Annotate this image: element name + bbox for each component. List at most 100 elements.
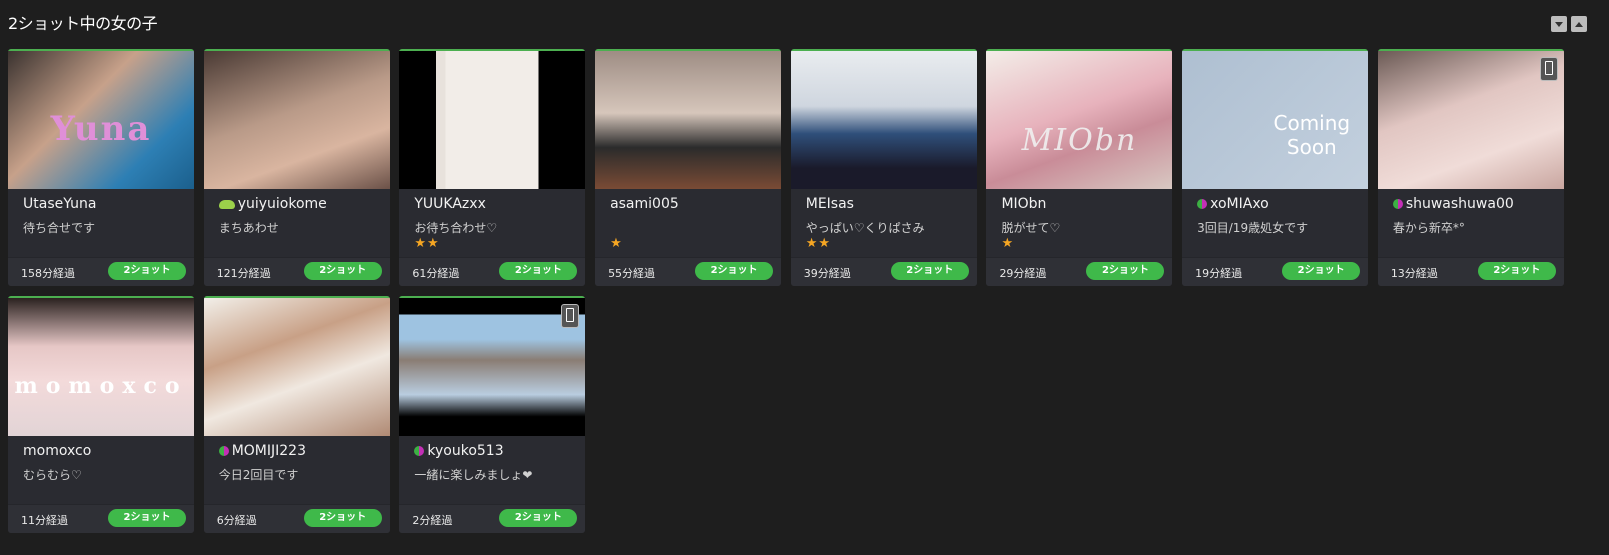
twoshot-button[interactable]: 2ショット — [695, 262, 774, 280]
performer-card[interactable]: YUUKAzxx お待ち合わせ♡ ★★ 61分経過 2ショット — [399, 49, 586, 286]
rating-stars: ★★ — [414, 236, 440, 251]
performer-message: 春から新卒*° — [1392, 221, 1465, 235]
performer-name-row: MIObn — [1001, 196, 1046, 212]
card-footer: 6分経過 2ショット — [203, 504, 390, 533]
performer-message: やっぱい♡くりぱさみ — [805, 221, 925, 235]
performer-thumbnail[interactable] — [399, 49, 586, 189]
sort-up-button[interactable] — [1571, 16, 1587, 32]
twoshot-button[interactable]: 2ショット — [1086, 262, 1165, 280]
performer-name-row: shuwashuwa00 — [1392, 196, 1514, 212]
card-footer: 61分経過 2ショット — [399, 257, 586, 286]
performer-card[interactable]: Coming Soon xoMIAxo 3回目/19歳処女です 19分経過 2ショ… — [1182, 49, 1369, 286]
beginner-leaf-icon — [414, 445, 425, 457]
soon-label: Soon — [1286, 135, 1337, 159]
twoshot-button[interactable]: 2ショット — [499, 262, 578, 280]
rating-stars: ★ — [1001, 236, 1015, 251]
mobile-phone-icon — [1539, 57, 1558, 81]
performer-name: MIObn — [1001, 196, 1047, 212]
performer-message: 一緒に楽しみましょ❤ — [414, 468, 533, 482]
performer-message: まちあわせ — [218, 221, 279, 235]
twoshot-button[interactable]: 2ショット — [499, 509, 578, 527]
performer-thumbnail[interactable] — [790, 49, 977, 189]
beginner-leaf-icon — [218, 445, 229, 457]
twoshot-button[interactable]: 2ショット — [108, 262, 186, 280]
section-title: 2ショット中の女の子 — [8, 14, 158, 33]
sort-down-button[interactable] — [1551, 16, 1567, 32]
twoshot-button[interactable]: 2ショット — [303, 509, 382, 527]
performer-thumbnail[interactable] — [595, 49, 782, 189]
performer-name: YUUKAzxx — [414, 196, 486, 212]
performer-thumbnail[interactable] — [399, 296, 586, 436]
twoshot-button[interactable]: 2ショット — [1477, 262, 1556, 280]
performer-card[interactable]: kyouko513 一緒に楽しみましょ❤ 2分経過 2ショット — [399, 296, 586, 533]
performer-name-row: xoMIAxo — [1197, 196, 1269, 212]
performer-name-row: momoxco — [23, 443, 91, 459]
twoshot-button[interactable]: 2ショット — [108, 509, 186, 527]
thumbnail-watermark: Yuna — [50, 108, 152, 149]
elapsed-time: 11分経過 — [21, 514, 68, 527]
performer-grid: Yuna UtaseYuna 待ち合せです 158分経過 2ショット yuiyu… — [8, 49, 1564, 533]
card-footer: 55分経過 2ショット — [595, 257, 782, 286]
thumbnail-image — [986, 51, 1173, 189]
thumbnail-image — [399, 298, 586, 436]
card-footer: 39分経過 2ショット — [790, 257, 977, 286]
elapsed-time: 158分経過 — [21, 267, 75, 280]
performer-name: shuwashuwa00 — [1405, 196, 1514, 212]
performer-name-row: YUUKAzxx — [414, 196, 485, 212]
performer-thumbnail[interactable]: Yuna — [8, 49, 194, 189]
performer-name-row: MEIsas — [806, 196, 854, 212]
performer-card[interactable]: Yuna UtaseYuna 待ち合せです 158分経過 2ショット — [8, 49, 194, 286]
performer-thumbnail[interactable] — [203, 296, 390, 436]
card-footer: 121分経過 2ショット — [203, 257, 390, 286]
mobile-phone-icon — [561, 304, 580, 328]
elapsed-time: 55分経過 — [608, 267, 656, 280]
performer-card[interactable]: shuwashuwa00 春から新卒*° 13分経過 2ショット — [1377, 49, 1564, 286]
thumbnail-image — [595, 51, 782, 189]
performer-name-row: UtaseYuna — [23, 196, 97, 212]
elapsed-time: 29分経過 — [999, 267, 1047, 280]
thumbnail-watermark: momoxco — [14, 372, 188, 399]
thumbnail-image — [1377, 51, 1564, 189]
elapsed-time: 61分経過 — [412, 267, 460, 280]
thumbnail-image — [8, 298, 194, 436]
performer-thumbnail[interactable] — [203, 49, 390, 189]
card-footer: 19分経過 2ショット — [1182, 257, 1369, 286]
performer-thumbnail[interactable]: MIObn — [986, 49, 1173, 189]
performer-message: お待ち合わせ♡ — [414, 221, 498, 235]
performer-card[interactable]: MOMIJI223 今日2回目です 6分経過 2ショット — [203, 296, 390, 533]
performer-name: kyouko513 — [427, 443, 504, 459]
performer-card[interactable]: asami005 ★ 55分経過 2ショット — [595, 49, 782, 286]
performer-card[interactable]: MEIsas やっぱい♡くりぱさみ ★★ 39分経過 2ショット — [790, 49, 977, 286]
elapsed-time: 19分経過 — [1195, 267, 1243, 280]
thumbnail-image — [203, 51, 390, 189]
performer-message: 今日2回目です — [218, 468, 299, 482]
performer-card[interactable]: MIObn MIObn 脱がせて♡ ★ 29分経過 2ショット — [986, 49, 1173, 286]
chevron-down-icon — [1555, 21, 1563, 27]
performer-message: 脱がせて♡ — [1001, 221, 1061, 235]
performer-card[interactable]: yuiyuiokome まちあわせ 121分経過 2ショット — [203, 49, 390, 286]
performer-name: UtaseYuna — [23, 196, 97, 212]
chevron-up-icon — [1575, 21, 1583, 27]
rating-stars: ★★ — [805, 236, 832, 251]
performer-name: momoxco — [23, 443, 92, 459]
performer-card[interactable]: momoxco momoxco むらむら♡ 11分経過 2ショット — [8, 296, 194, 533]
performer-thumbnail[interactable]: Coming Soon — [1182, 49, 1369, 189]
beginner-leaf-icon — [1392, 198, 1403, 210]
beginner-leaf-icon — [1197, 198, 1208, 210]
performer-name-row: asami005 — [610, 196, 679, 212]
performer-name: MEIsas — [805, 196, 854, 212]
twoshot-button[interactable]: 2ショット — [1282, 262, 1361, 280]
elapsed-time: 6分経過 — [216, 514, 257, 527]
performer-name-row: yuiyuiokome — [218, 196, 327, 212]
performer-name: xoMIAxo — [1210, 196, 1269, 212]
coming-label: Coming — [1273, 111, 1351, 135]
performer-thumbnail[interactable]: momoxco — [8, 296, 194, 436]
performer-thumbnail[interactable] — [1377, 49, 1564, 189]
twoshot-button[interactable]: 2ショット — [303, 262, 382, 280]
rating-stars: ★ — [610, 236, 623, 251]
thumbnail-image — [203, 298, 390, 436]
performer-message: 3回目/19歳処女です — [1197, 221, 1309, 235]
performer-name: yuiyuiokome — [237, 196, 327, 212]
performer-name-row: MOMIJI223 — [218, 443, 306, 459]
twoshot-button[interactable]: 2ショット — [890, 262, 969, 280]
